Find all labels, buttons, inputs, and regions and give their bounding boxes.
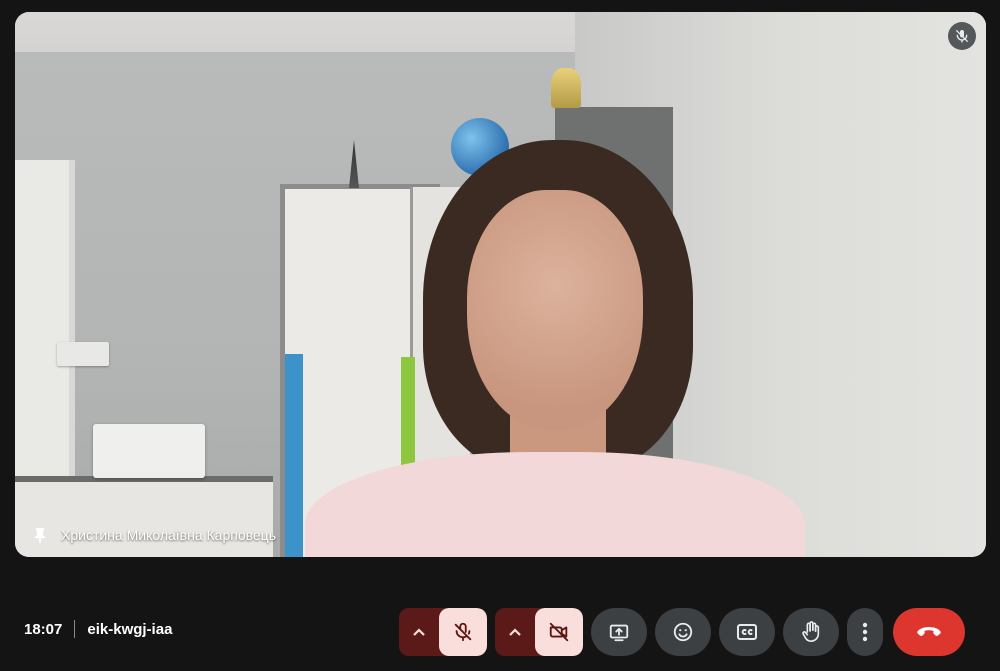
raise-hand-button[interactable] [783, 608, 839, 656]
camera-toggle-button[interactable] [535, 608, 583, 656]
video-dresser [15, 476, 273, 557]
chevron-up-icon [508, 627, 522, 637]
call-end-icon [916, 625, 942, 639]
chevron-up-icon [412, 627, 426, 637]
meeting-code[interactable]: eik-kwgj-iaa [87, 621, 172, 638]
participant-video-tile[interactable]: Христина Миколаївна Карповець [15, 12, 986, 557]
emoji-icon [672, 621, 694, 643]
captions-button[interactable] [719, 608, 775, 656]
camera-control-group [495, 608, 583, 656]
video-door [15, 160, 75, 490]
video-trophy [551, 68, 581, 108]
more-vert-icon [862, 622, 868, 642]
video-blue-stripe [285, 354, 303, 557]
participant-name: Христина Миколаївна Карповець [61, 527, 276, 543]
closed-captions-icon [735, 622, 759, 642]
meeting-time: 18:07 [24, 620, 63, 638]
participant-name-label: Христина Миколаївна Карповець [33, 527, 276, 543]
pin-icon[interactable] [33, 527, 47, 543]
call-controls [399, 608, 965, 656]
more-options-button[interactable] [847, 608, 883, 656]
present-screen-icon [607, 621, 631, 643]
video-thermostat [57, 342, 109, 366]
videocam-off-icon [547, 621, 571, 643]
leave-call-button[interactable] [893, 608, 965, 656]
present-screen-button[interactable] [591, 608, 647, 656]
tile-mic-off-icon [948, 22, 976, 50]
audio-options-button[interactable] [399, 608, 439, 656]
hand-icon [800, 620, 822, 644]
video-green-stripe [401, 357, 415, 477]
participant-face [467, 190, 643, 430]
video-options-button[interactable] [495, 608, 535, 656]
reactions-button[interactable] [655, 608, 711, 656]
video-printer [93, 424, 205, 478]
meeting-info-divider [74, 620, 76, 638]
mic-toggle-button[interactable] [439, 608, 487, 656]
meeting-info: 18:07 eik-kwgj-iaa [24, 620, 172, 638]
mic-off-icon [452, 621, 474, 643]
mic-control-group [399, 608, 487, 656]
